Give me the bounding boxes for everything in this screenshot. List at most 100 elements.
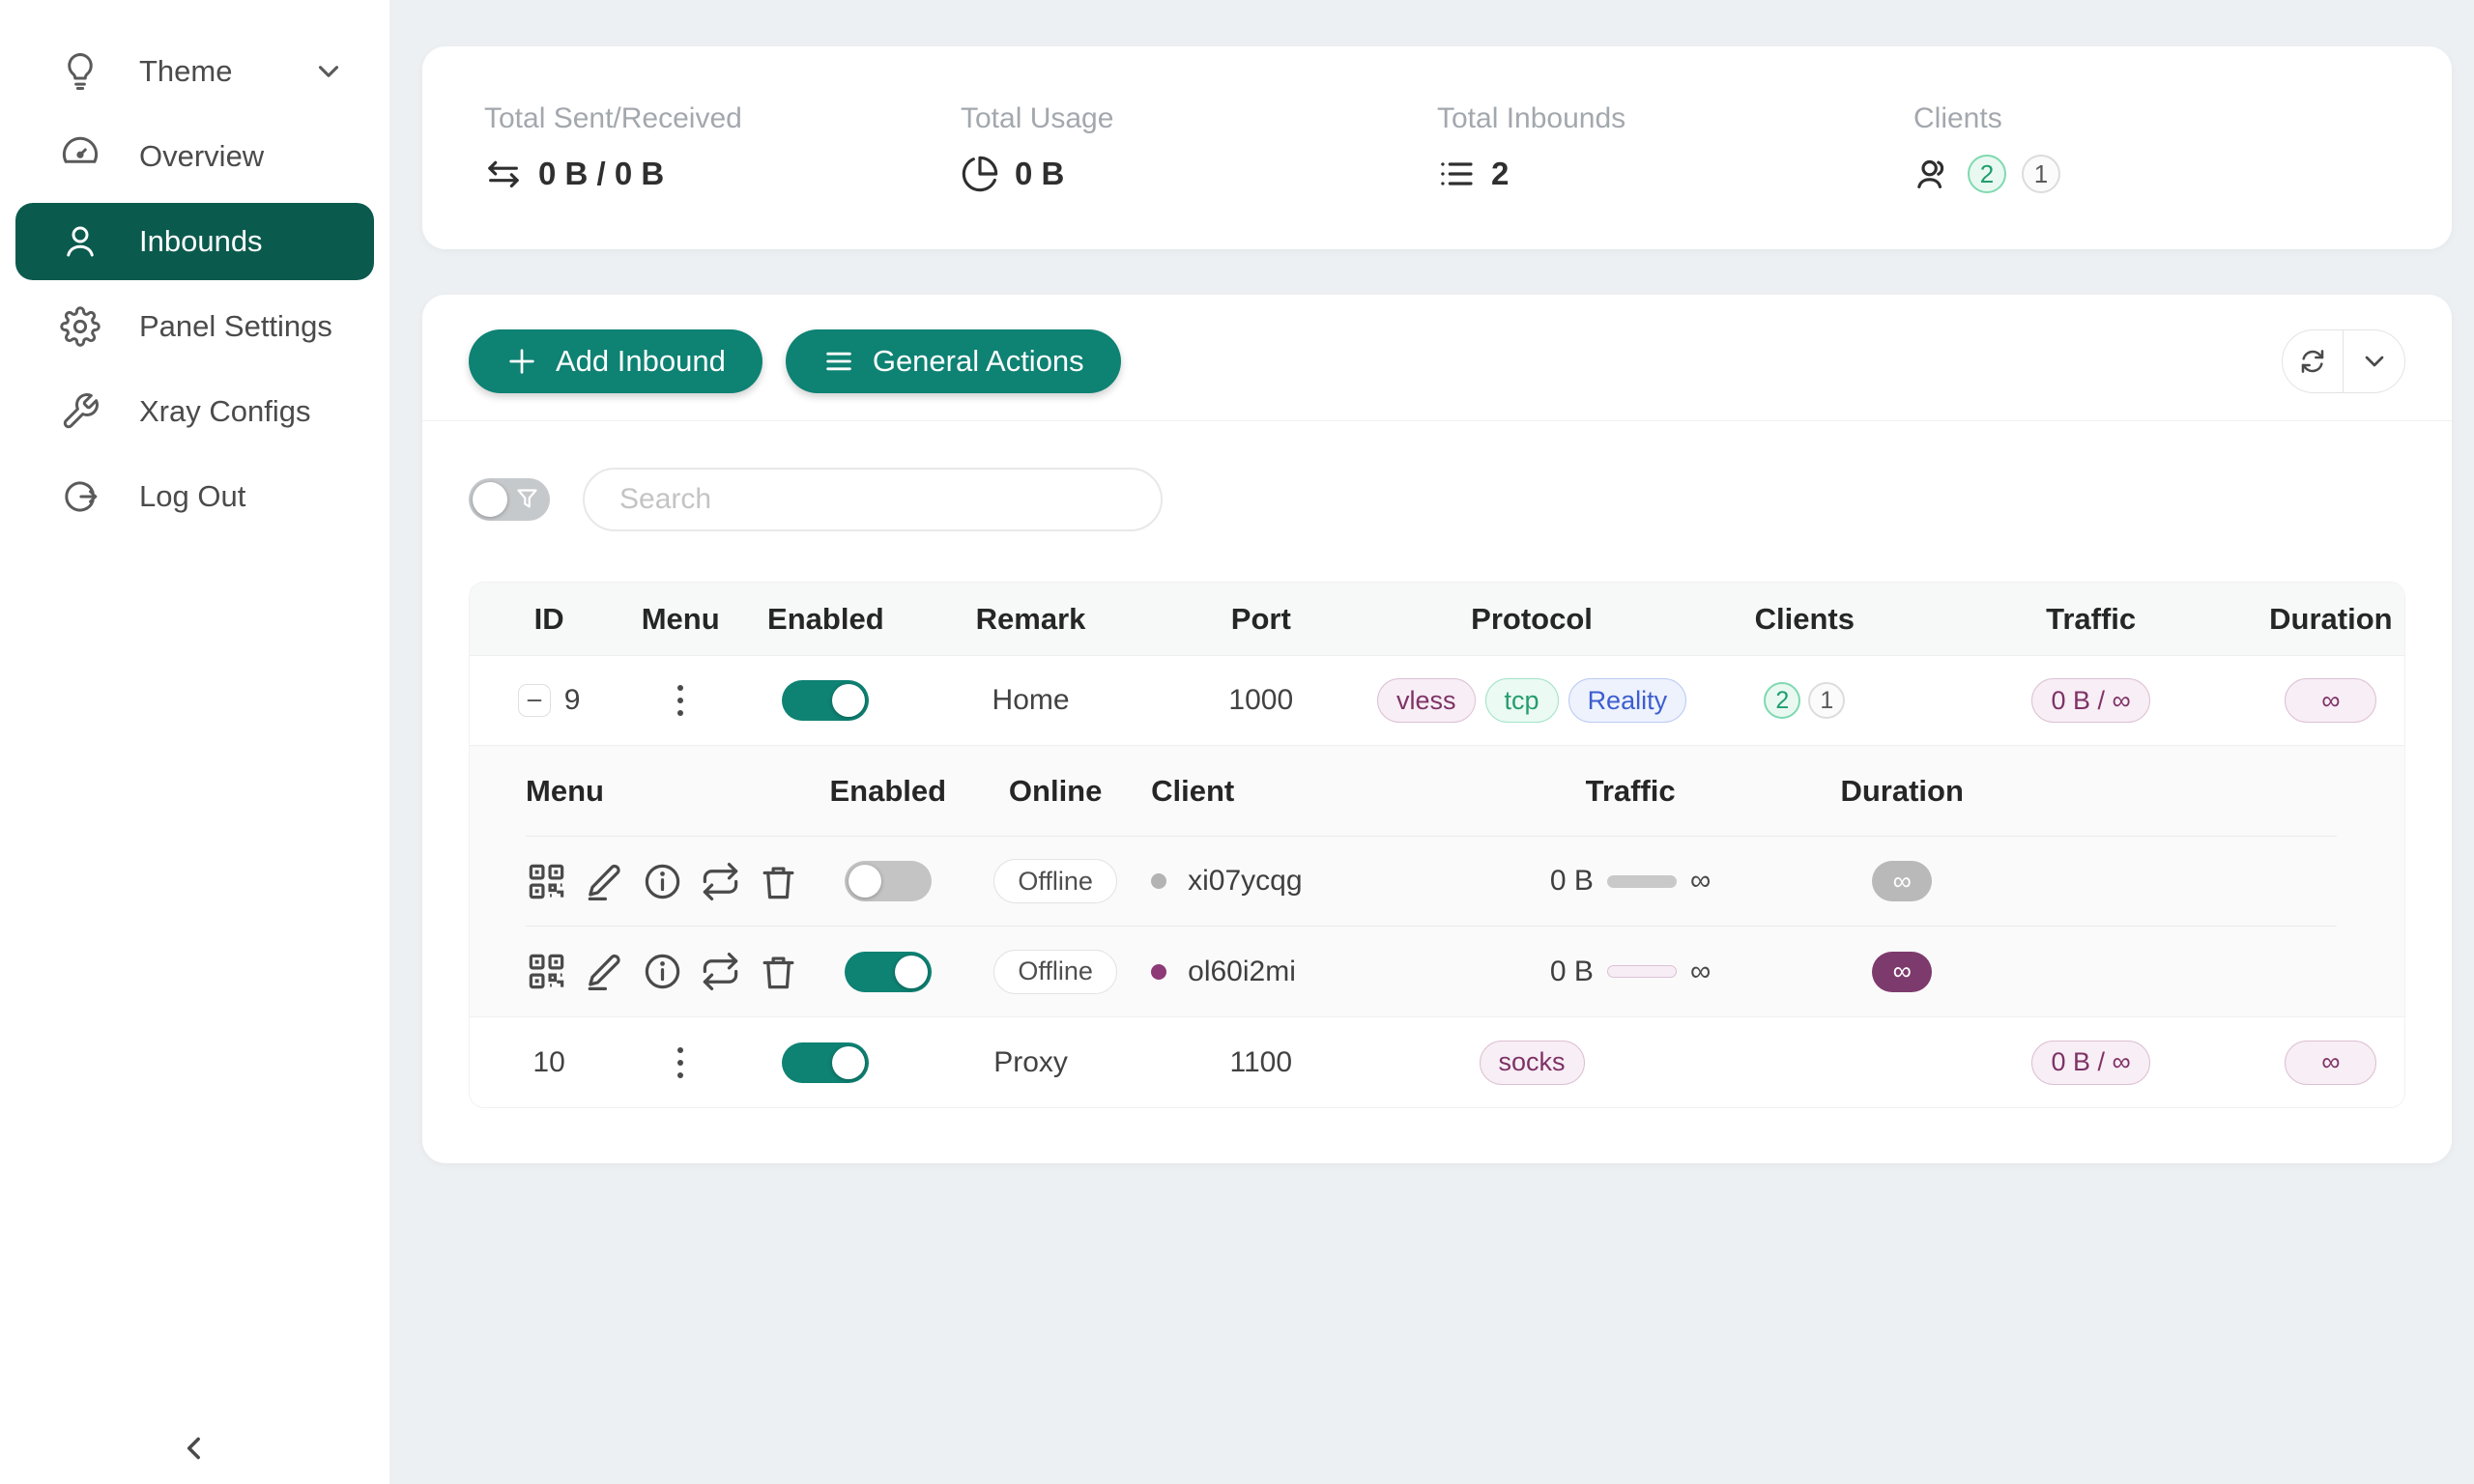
client-status-dot — [1151, 873, 1166, 889]
table-row-inbound-10: 10 Proxy 1100 socks 0 B / ∞ ∞ — [470, 1017, 2404, 1107]
sidebar-collapse-button[interactable] — [0, 1430, 389, 1467]
stat-total-sent-received: Total Sent/Received 0 B / 0 B — [484, 102, 961, 193]
user-icon — [60, 221, 101, 262]
toolbar-divider — [422, 420, 2452, 421]
traffic-progress-bar — [1607, 965, 1677, 978]
minus-icon — [524, 690, 545, 711]
client-duration-badge[interactable]: ∞ — [1872, 952, 1932, 992]
sidebar-item-overview[interactable]: Overview — [15, 118, 374, 195]
stat-value-text: 2 — [1491, 156, 1509, 192]
inbound-enabled-toggle[interactable] — [782, 680, 869, 721]
row-menu-button[interactable] — [670, 1040, 691, 1086]
search-input[interactable] — [583, 468, 1163, 531]
add-inbound-label: Add Inbound — [556, 344, 726, 379]
clients-deactive-badge: 1 — [2022, 155, 2060, 193]
qr-code-icon[interactable] — [526, 951, 567, 992]
inbounds-table: ID Menu Enabled Remark Port Protocol Cli… — [469, 582, 2405, 1108]
header-duration: Duration — [2258, 602, 2404, 637]
info-icon[interactable] — [642, 951, 683, 992]
online-status-badge: Offline — [993, 859, 1117, 903]
table-actions-group — [2282, 329, 2405, 393]
header-menu: Menu — [628, 602, 733, 637]
info-icon[interactable] — [642, 861, 683, 902]
general-actions-label: General Actions — [873, 344, 1084, 379]
filter-toggle[interactable] — [469, 478, 550, 521]
subheader-client: Client — [1141, 774, 1467, 809]
client-duration-badge[interactable]: ∞ — [1872, 861, 1932, 901]
chevron-down-icon — [312, 55, 345, 88]
list-icon — [1437, 155, 1476, 193]
toggle-knob — [849, 865, 881, 898]
refresh-icon — [2297, 346, 2328, 377]
sidebar: Theme Overview Inbounds Panel Settings X… — [0, 0, 389, 1484]
collapse-table-button[interactable] — [2344, 330, 2404, 392]
sidebar-item-label: Log Out — [139, 479, 245, 514]
traffic-progress-bar — [1607, 875, 1677, 888]
inbound-id: 10 — [532, 1046, 564, 1079]
plus-icon — [505, 345, 538, 378]
main-content: Total Sent/Received 0 B / 0 B Total Usag… — [389, 0, 2474, 1484]
transfer-icon — [484, 155, 523, 193]
sidebar-item-inbounds[interactable]: Inbounds — [15, 203, 374, 280]
sidebar-item-panel-settings[interactable]: Panel Settings — [15, 288, 374, 365]
client-enabled-toggle[interactable] — [845, 952, 932, 992]
sidebar-item-label: Theme — [139, 54, 232, 89]
header-traffic: Traffic — [1924, 602, 2257, 637]
client-traffic-limit: ∞ — [1690, 956, 1711, 988]
client-traffic-used: 0 B — [1550, 865, 1594, 898]
client-enabled-toggle[interactable] — [845, 861, 932, 901]
refresh-button[interactable] — [2283, 330, 2344, 392]
protocol-badge: vless — [1377, 678, 1476, 723]
inbound-enabled-toggle[interactable] — [782, 1042, 869, 1083]
sidebar-item-xray-configs[interactable]: Xray Configs — [15, 373, 374, 450]
reset-traffic-icon[interactable] — [700, 951, 741, 992]
qr-code-icon[interactable] — [526, 861, 567, 902]
header-enabled: Enabled — [733, 602, 918, 637]
stat-label: Total Sent/Received — [484, 102, 961, 135]
reset-traffic-icon[interactable] — [700, 861, 741, 902]
table-row-inbound-9: 9 Home 1000 vless tcp Reality 2 1 — [470, 656, 2404, 746]
sidebar-item-theme[interactable]: Theme — [15, 33, 374, 110]
header-id: ID — [470, 602, 628, 637]
delete-icon[interactable] — [758, 861, 799, 902]
clients-subtable: Menu Enabled Online Client Traffic Durat… — [470, 746, 2404, 1017]
add-inbound-button[interactable]: Add Inbound — [469, 329, 762, 393]
inbound-remark: Proxy — [993, 1046, 1068, 1079]
funnel-icon — [514, 486, 540, 512]
gauge-icon — [60, 136, 101, 177]
menu-lines-icon — [822, 345, 855, 378]
clients-online-badge: 2 — [1764, 682, 1800, 719]
wrench-icon — [60, 391, 101, 432]
sidebar-item-label: Inbounds — [139, 224, 263, 259]
online-status-badge: Offline — [993, 950, 1117, 994]
sidebar-item-log-out[interactable]: Log Out — [15, 458, 374, 535]
stat-total-usage: Total Usage 0 B — [961, 102, 1437, 193]
duration-badge: ∞ — [2285, 1041, 2376, 1085]
sidebar-item-label: Panel Settings — [139, 309, 332, 344]
stat-total-inbounds: Total Inbounds 2 — [1437, 102, 1913, 193]
header-protocol: Protocol — [1379, 602, 1684, 637]
collapse-row-button[interactable] — [518, 684, 551, 717]
edit-icon[interactable] — [584, 951, 625, 992]
client-row-ol60i2mi: Offline ol60i2mi 0 B ∞ ∞ — [526, 927, 2337, 1016]
subheader-menu: Menu — [526, 774, 806, 809]
header-clients: Clients — [1684, 602, 1924, 637]
delete-icon[interactable] — [758, 951, 799, 992]
inbound-port: 1000 — [1228, 684, 1293, 717]
client-traffic-limit: ∞ — [1690, 865, 1711, 898]
traffic-badge: 0 B / ∞ — [2031, 678, 2149, 723]
client-status-dot — [1151, 964, 1166, 980]
logout-icon — [60, 476, 101, 517]
subheader-duration: Duration — [1794, 774, 2011, 809]
protocol-badge: Reality — [1568, 678, 1687, 723]
client-name: xi07ycqg — [1188, 865, 1302, 898]
pie-chart-icon — [961, 155, 999, 193]
stat-value-text: 0 B / 0 B — [538, 156, 664, 192]
general-actions-button[interactable]: General Actions — [786, 329, 1121, 393]
toggle-knob — [473, 482, 507, 517]
edit-icon[interactable] — [584, 861, 625, 902]
inbound-remark: Home — [992, 684, 1070, 717]
row-menu-button[interactable] — [670, 677, 691, 724]
chevron-left-icon — [177, 1430, 214, 1467]
client-row-xi07ycqg: Offline xi07ycqg 0 B ∞ ∞ — [526, 837, 2337, 927]
